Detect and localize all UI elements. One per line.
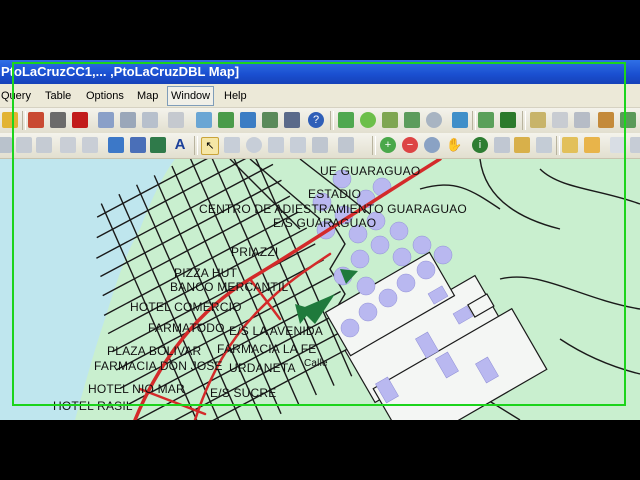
selection-frame: [12, 62, 626, 406]
stats-icon[interactable]: [630, 137, 640, 153]
eraser-icon[interactable]: [0, 137, 12, 153]
